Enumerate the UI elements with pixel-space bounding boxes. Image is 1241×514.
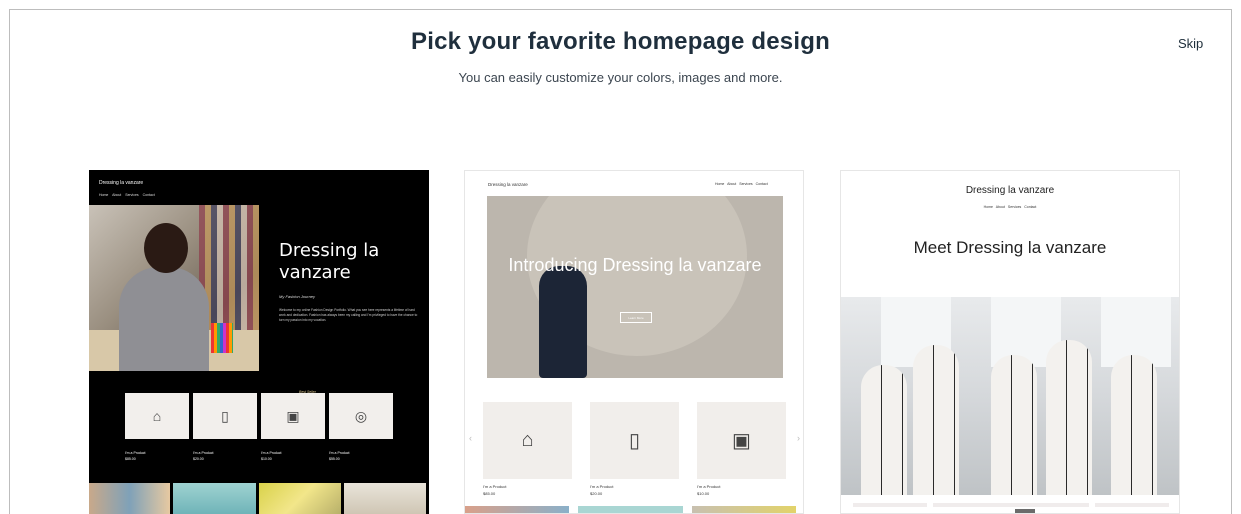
product-price: $85.00 xyxy=(483,491,496,496)
template-2-nav: Home About Services Contact xyxy=(715,182,768,186)
template-1-nav: Home About Services Contact xyxy=(99,193,155,197)
template-2-gallery-strip xyxy=(465,506,803,513)
product-price: $20.00 xyxy=(193,457,204,461)
product-name: I'm a Product xyxy=(590,484,614,489)
product-name: I'm a Product xyxy=(125,451,146,455)
dress-form-image xyxy=(861,365,907,495)
template-card-3[interactable]: Dressing la vanzare Home About Services … xyxy=(840,170,1180,514)
template-1-paragraph: Welcome to my online Fashion Design Port… xyxy=(279,308,418,322)
product-price: $20.00 xyxy=(590,491,603,496)
product-card: ▣ I'm a Product $10.00 xyxy=(697,402,786,496)
template-3-nav: Home About Services Contact xyxy=(983,205,1037,209)
template-3-brand: Dressing la vanzare xyxy=(965,185,1055,196)
template-1-hero-image xyxy=(89,205,259,371)
skip-button[interactable]: Skip xyxy=(1178,36,1203,51)
product-name: I'm a Product xyxy=(193,451,214,455)
product-name: I'm a Product xyxy=(483,484,507,489)
gallery-image xyxy=(343,483,426,514)
product-card: ▯ I'm a Product $20.00 xyxy=(590,402,679,496)
lipstick-icon: ▯ xyxy=(590,402,679,479)
gallery-image xyxy=(465,506,570,513)
product-price: $85.00 xyxy=(125,457,136,461)
template-card-2[interactable]: Dressing la vanzare Home About Services … xyxy=(464,170,804,514)
chevron-left-icon: ‹ xyxy=(469,433,472,443)
template-1-hero-title: Dressing la vanzare xyxy=(279,240,380,283)
shirt-icon: ▣ xyxy=(261,393,325,439)
page-title: Pick your favorite homepage design xyxy=(411,28,830,55)
watch-icon: ◎ xyxy=(329,393,393,439)
product-name: I'm a Product xyxy=(697,484,721,489)
product-card: ⌂ I'm a Product $85.00 xyxy=(483,402,572,496)
dress-form-image xyxy=(1046,340,1092,495)
product-price: $10.00 xyxy=(697,491,710,496)
template-3-hero-image xyxy=(841,297,1179,495)
page-subtitle: You can easily customize your colors, im… xyxy=(458,70,783,85)
product-name: I'm a Product xyxy=(329,451,350,455)
product-price: $10.00 xyxy=(261,457,272,461)
chevron-right-icon: › xyxy=(797,433,800,443)
designer-body-image xyxy=(119,267,209,371)
template-2-products: ⌂ I'm a Product $85.00 ▯ I'm a Product $… xyxy=(483,402,789,496)
gallery-image xyxy=(89,483,171,514)
template-1-signature: My Fashion Journey xyxy=(279,294,316,299)
section-tag xyxy=(1015,509,1035,513)
product-name: I'm a Product xyxy=(261,451,282,455)
template-2-learn-more-button: Learn More xyxy=(620,312,652,323)
template-3-bottom-section xyxy=(841,495,1179,513)
placeholder-bar xyxy=(853,503,927,507)
gallery-image xyxy=(173,483,256,514)
dress-form-image xyxy=(913,345,959,495)
product-price: $55.00 xyxy=(329,457,340,461)
template-card-1[interactable]: Dressing la vanzare Home About Services … xyxy=(89,170,429,514)
gallery-image xyxy=(691,506,796,513)
placeholder-bar xyxy=(933,503,1089,507)
template-2-hero-title: Introducing Dressing la vanzare xyxy=(508,255,762,275)
product-card: ▯ I'm a Product $20.00 xyxy=(193,393,257,461)
dress-form-image xyxy=(991,355,1037,495)
model-figure-image xyxy=(539,266,587,378)
template-2-hero-image: Introducing Dressing la vanzare Learn Mo… xyxy=(487,196,783,378)
dress-form-image xyxy=(1111,355,1157,495)
template-1-gallery-strip xyxy=(89,483,429,514)
template-3-hero-title: Meet Dressing la vanzare xyxy=(913,238,1107,257)
product-card: ⌂ I'm a Product $85.00 xyxy=(125,393,189,461)
shoe-icon: ⌂ xyxy=(483,402,572,479)
product-card: ◎ I'm a Product $55.00 xyxy=(329,393,393,461)
template-1-products: Best Seller ⌂ I'm a Product $85.00 ▯ I'm… xyxy=(125,390,395,463)
designer-head-image xyxy=(144,223,188,273)
product-card: ▣ I'm a Product $10.00 xyxy=(261,393,325,461)
shoe-icon: ⌂ xyxy=(125,393,189,439)
gallery-image xyxy=(578,506,683,513)
gallery-image xyxy=(258,483,341,514)
lipstick-icon: ▯ xyxy=(193,393,257,439)
template-2-brand: Dressing la vanzare xyxy=(488,182,528,187)
shirt-icon: ▣ xyxy=(697,402,786,479)
template-1-brand: Dressing la vanzare xyxy=(99,180,144,186)
placeholder-bar xyxy=(1095,503,1169,507)
pencils-image xyxy=(211,323,233,353)
